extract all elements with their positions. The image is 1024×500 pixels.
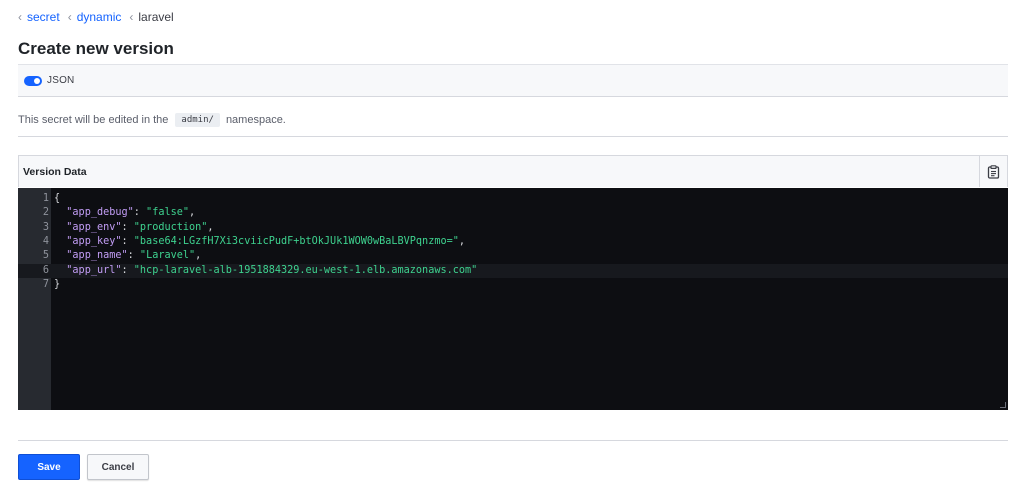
json-value: Laravel [146,250,189,262]
breadcrumb: ‹ secret ‹ dynamic ‹ laravel [18,10,182,24]
editor-line: 2 "app_debug": "false", [18,206,1008,220]
breadcrumb-item-dynamic: ‹ dynamic [68,10,122,24]
line-number: 2 [42,207,49,219]
save-button[interactable]: Save [18,454,80,480]
json-key: app_name [72,250,122,262]
editor-line: 5 "app_name": "Laravel", [18,249,1008,263]
json-value: base64:LGzfH7Xi3cviicPudF+btOkJUk1WOW0wB… [139,235,453,247]
editor-line: 3 "app_env": "production", [18,221,1008,235]
chevron-left-icon: ‹ [67,10,72,24]
version-data-title: Version Data [23,165,87,178]
line-number: 1 [42,193,49,204]
chevron-left-icon: ‹ [18,10,22,24]
code-text: "app_debug": "false", [66,207,196,219]
json-value: production [139,221,202,233]
cancel-button[interactable]: Cancel [87,454,149,480]
clipboard-icon [987,164,1000,179]
breadcrumb-item-secret: ‹ secret [18,10,60,24]
line-number: 6 [42,264,49,276]
json-toggle-switch[interactable] [24,75,42,86]
resize-handle[interactable] [1000,402,1006,408]
editor-line: 7} [18,278,1008,292]
breadcrumb-item-laravel: ‹ laravel [129,10,173,24]
code-text: } [54,278,61,290]
breadcrumb-link-dynamic[interactable]: dynamic [77,10,122,24]
json-key: app_url [72,264,116,276]
editor-line: 4 "app_key": "base64:LGzfH7Xi3cviicPudF+… [18,235,1008,249]
json-value: hcp-laravel-alb-1951884329.eu-west-1.elb… [139,264,472,276]
copy-button[interactable] [979,156,1007,187]
page-title: Create new version [18,39,174,58]
editor-line: 1{ [18,192,1008,206]
code-text: { [54,193,61,204]
json-value: false [152,207,183,219]
footer-divider [18,440,1008,441]
section-divider [18,136,1008,137]
json-key: app_env [72,221,116,233]
toggle-knob [34,77,40,84]
breadcrumb-link-secret[interactable]: secret [27,10,60,24]
line-number: 7 [42,278,49,290]
namespace-chip: admin/ [175,113,220,127]
line-number: 3 [42,221,49,233]
namespace-notice: This secret will be edited in the admin/… [18,113,286,127]
code-text: "app_name": "Laravel", [66,250,202,262]
json-key: app_debug [72,207,128,219]
namespace-notice-suffix: namespace. [225,114,286,126]
line-number: 5 [42,250,49,262]
json-key: app_key [72,235,116,247]
namespace-notice-prefix: This secret will be edited in the [18,114,169,126]
json-toggle-label: JSON [47,75,75,86]
editor-line: 6 "app_url": "hcp-laravel-alb-1951884329… [18,263,1008,278]
chevron-left-icon: ‹ [129,10,134,24]
breadcrumb-current: laravel [138,10,174,24]
code-text: "app_env": "production", [66,221,214,233]
json-toggle-bar: JSON [18,64,1008,97]
json-editor[interactable]: 1{2 "app_debug": "false", 3 "app_env": "p… [18,188,1008,410]
line-number: 4 [42,235,49,247]
version-data-header: Version Data [18,155,1008,187]
code-text: "app_url": "hcp-laravel-alb-1951884329.e… [66,264,478,276]
code-text: "app_key": "base64:LGzfH7Xi3cviicPudF+bt… [66,235,466,247]
